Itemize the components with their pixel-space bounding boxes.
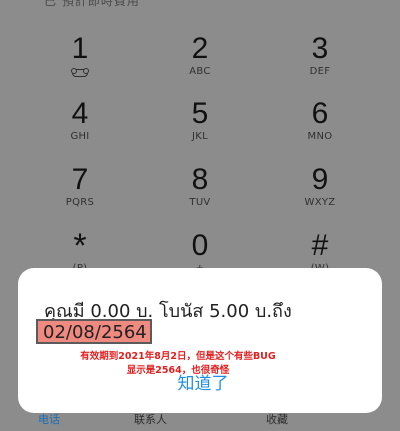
ok-button[interactable]: 知道了 xyxy=(168,372,238,396)
key-6[interactable]: 6 MNO xyxy=(260,97,380,143)
voicemail-icon xyxy=(71,68,89,77)
key-2[interactable]: 2 ABC xyxy=(140,32,260,78)
key-letters: GHI xyxy=(70,131,90,142)
key-digit: * xyxy=(73,227,87,265)
tab-phone[interactable]: 电话 xyxy=(38,411,60,427)
expiry-date-highlight: 02/08/2564 xyxy=(36,319,152,344)
tab-contacts[interactable]: 联系人 xyxy=(134,411,167,427)
expiry-date: 02/08/2564 xyxy=(43,322,147,343)
key-4[interactable]: 4 GHI xyxy=(20,97,140,143)
key-digit: 7 xyxy=(71,163,89,196)
top-status-text: 已 預計即時費用 xyxy=(44,0,140,8)
key-9[interactable]: 9 WXYZ xyxy=(260,163,380,209)
top-strip: 已 預計即時費用 xyxy=(0,0,400,12)
key-digit: 2 xyxy=(191,32,209,65)
key-1[interactable]: 1 xyxy=(20,33,140,77)
key-digit: 5 xyxy=(191,97,209,130)
key-8[interactable]: 8 TUV xyxy=(140,163,260,209)
balance-dialog: คุณมี 0.00 บ. โบนัส 5.00 บ.ถึง 02/08/256… xyxy=(18,268,382,413)
key-digit: 1 xyxy=(71,32,89,65)
key-5[interactable]: 5 JKL xyxy=(140,97,260,143)
key-digit: 4 xyxy=(71,97,89,130)
key-letters: DEF xyxy=(309,66,331,77)
key-letters: WXYZ xyxy=(304,197,336,208)
key-3[interactable]: 3 DEF xyxy=(260,32,380,78)
key-digit: 3 xyxy=(311,32,329,65)
annotation-line-1: 有效期到2021年8月2日，但是这个有些BUG xyxy=(80,351,276,362)
key-digit: 9 xyxy=(311,163,329,196)
key-letters: JKL xyxy=(192,131,208,142)
key-letters: TUV xyxy=(189,197,211,208)
key-letters: ABC xyxy=(189,66,211,77)
key-digit: 6 xyxy=(311,97,329,130)
key-letters: PQRS xyxy=(65,197,95,208)
key-7[interactable]: 7 PQRS xyxy=(20,163,140,209)
key-digit: 8 xyxy=(191,163,209,196)
key-digit: 0 xyxy=(191,229,209,262)
tab-favorites[interactable]: 收藏 xyxy=(266,411,288,427)
key-digit: # xyxy=(311,229,329,262)
key-letters: MNO xyxy=(307,131,333,142)
